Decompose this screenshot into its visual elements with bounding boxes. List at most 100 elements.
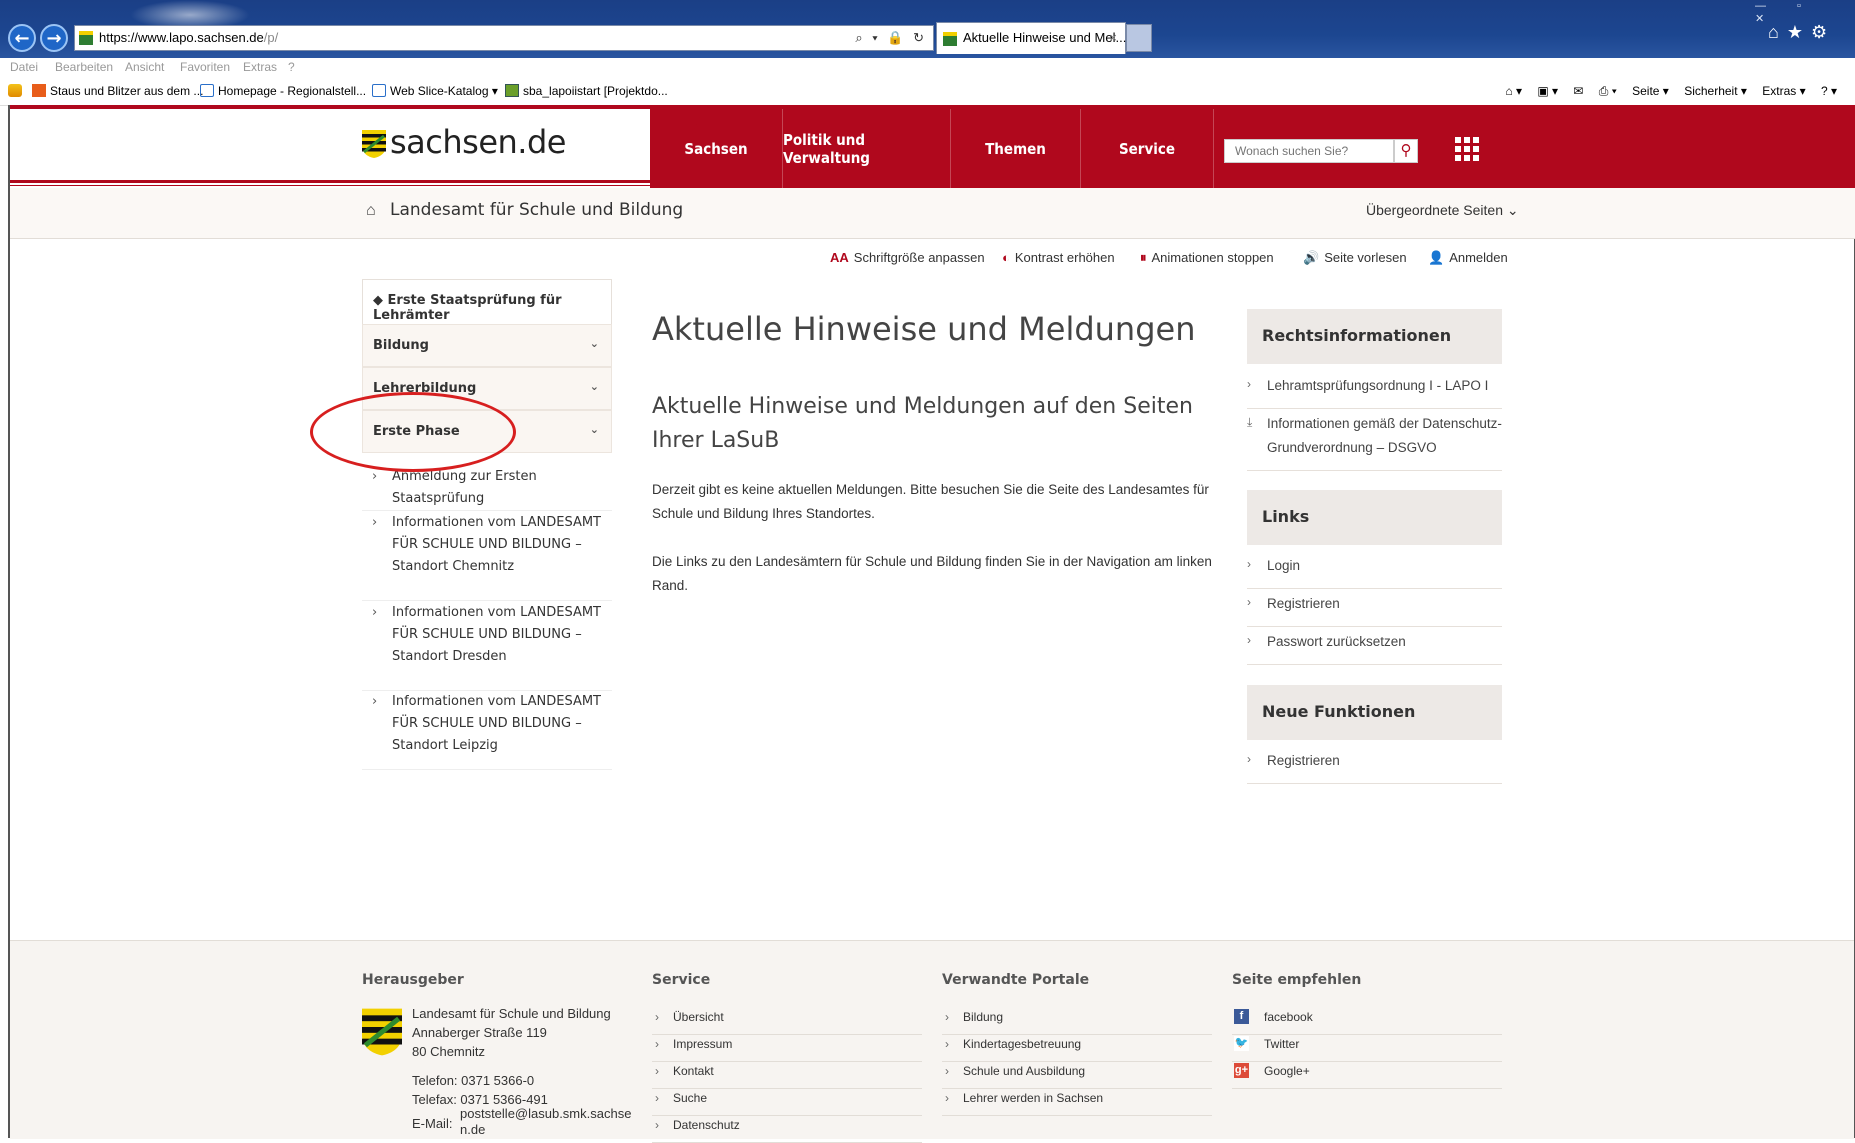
section-nav-subitem[interactable]: › Informationen vom LANDESAMT FÜR SCHULE … <box>362 602 612 691</box>
url-path: /p/ <box>263 30 279 45</box>
command-bar: ⌂ ▾ ▣ ▾ ✉ ⎙ ▾ Seite ▾ Sicherheit ▾ Extra… <box>1493 84 1837 99</box>
animations-label: Animationen stoppen <box>1151 250 1274 265</box>
chevron-right-icon: › <box>372 694 378 709</box>
app-grid-icon[interactable] <box>1455 137 1479 161</box>
chevron-down-icon: ⌄ <box>589 380 599 393</box>
section-nav-subitem[interactable]: › Informationen vom LANDESAMT FÜR SCHULE … <box>362 512 612 601</box>
favorite-staus[interactable]: Staus und Blitzer aus dem ... <box>32 84 203 98</box>
address-bar[interactable]: https://www.lapo.sachsen.de/p/ ⌕ ▾ 🔒 ↻ <box>74 25 934 51</box>
office-title[interactable]: Landesamt für Schule und Bildung <box>390 200 683 220</box>
font-size-control[interactable]: AA Schriftgröße anpassen <box>830 250 985 265</box>
search-button[interactable]: ⚲ <box>1394 139 1418 163</box>
red-annotation-circle <box>310 392 516 472</box>
speaker-icon: 🔊 <box>1303 250 1320 265</box>
chevron-right-icon: › <box>372 605 378 620</box>
tab-close-icon[interactable]: × <box>1109 23 1117 53</box>
extras-command[interactable]: Extras ▾ <box>1762 84 1805 98</box>
nav-service[interactable]: Service <box>1081 109 1214 188</box>
sidebar-link[interactable]: › Registrieren <box>1247 588 1502 627</box>
menu-favoriten[interactable]: Favoriten <box>180 60 230 74</box>
publisher-city: 80 Chemnitz <box>412 1044 485 1059</box>
menu-help[interactable]: ? <box>288 60 295 74</box>
download-icon: ⤓ <box>1247 415 1253 429</box>
back-button[interactable]: ← <box>8 24 36 52</box>
diamond-icon: ◆ <box>373 293 388 308</box>
footer-link[interactable]: › Lehrer werden in Sachsen <box>942 1088 1212 1116</box>
footer-link[interactable]: › Datenschutz <box>652 1115 922 1143</box>
browser-tab[interactable]: Aktuelle Hinweise und Mel... × <box>936 22 1126 54</box>
menu-bearbeiten[interactable]: Bearbeiten <box>55 60 113 74</box>
site-logo[interactable]: sachsen.de <box>390 123 566 161</box>
share-twitter[interactable]: 🐦 Twitter <box>1232 1034 1502 1062</box>
search-input[interactable] <box>1224 139 1394 163</box>
menu-extras[interactable]: Extras <box>243 60 277 74</box>
share-facebook[interactable]: f facebook <box>1232 1007 1502 1035</box>
menu-ansicht[interactable]: Ansicht <box>125 60 164 74</box>
new-tab-button[interactable] <box>1126 24 1152 52</box>
feeds-command[interactable]: ▣ ▾ <box>1537 84 1558 98</box>
address-controls[interactable]: ⌕ ▾ 🔒 ↻ <box>855 26 927 50</box>
favorite-homepage[interactable]: Homepage - Regionalstell... <box>200 84 366 98</box>
sidebar-link-label: Lehramtsprüfungsordnung I - LAPO I <box>1267 378 1489 393</box>
page-command[interactable]: Seite ▾ <box>1632 84 1669 98</box>
footer <box>10 940 1854 1139</box>
publisher-street: Annaberger Straße 119 <box>412 1025 547 1040</box>
section-nav-heading-label: Erste Staatsprüfung für Lehrämter <box>373 293 562 323</box>
footer-link[interactable]: › Bildung <box>942 1007 1212 1035</box>
footer-link[interactable]: › Suche <box>652 1088 922 1116</box>
saxony-coat-of-arms-icon[interactable] <box>362 130 386 158</box>
sidebar-link-label: Informationen gemäß der Datenschutz-Grun… <box>1267 416 1502 455</box>
favorite-webslice[interactable]: Web Slice-Katalog ▾ <box>372 84 498 98</box>
nav-sachsen[interactable]: Sachsen <box>650 109 783 188</box>
chevron-right-icon: › <box>655 1091 659 1105</box>
footer-link[interactable]: › Schule und Ausbildung <box>942 1061 1212 1089</box>
contrast-control[interactable]: ◐ Kontrast erhöhen <box>1002 250 1115 265</box>
home-command[interactable]: ⌂ ▾ <box>1505 84 1522 98</box>
tab-favicon-icon <box>943 32 957 46</box>
print-command[interactable]: ⎙ ▾ <box>1599 84 1617 98</box>
url-domain: https://www.lapo.sachsen.de <box>99 30 264 45</box>
read-aloud-control[interactable]: 🔊 Seite vorlesen <box>1303 250 1407 266</box>
sidebar-heading-rechtsinformationen: Rechtsinformationen <box>1247 309 1502 364</box>
footer-link-label: Kontakt <box>673 1064 714 1078</box>
nav-politik-und-verwaltung[interactable]: Politik und Verwaltung <box>783 109 951 188</box>
header-red-line <box>10 180 650 183</box>
sidebar-link[interactable]: › Passwort zurücksetzen <box>1247 626 1502 665</box>
favorites-star-icon[interactable] <box>8 84 26 98</box>
footer-heading-portals: Verwandte Portale <box>942 972 1090 988</box>
sidebar-link[interactable]: › Lehramtsprüfungsordnung I - LAPO I <box>1247 370 1502 409</box>
footer-link[interactable]: › Übersicht <box>652 1007 922 1035</box>
forward-button[interactable]: → <box>40 24 68 52</box>
sidebar-link[interactable]: › Login <box>1247 550 1502 589</box>
sidebar-link[interactable]: ⤓ Informationen gemäß der Datenschutz-Gru… <box>1247 408 1502 471</box>
login-control[interactable]: 👤 Anmelden <box>1428 250 1508 266</box>
sidebar-link[interactable]: › Registrieren <box>1247 745 1502 784</box>
footer-link[interactable]: › Impressum <box>652 1034 922 1062</box>
help-command[interactable]: ? ▾ <box>1821 84 1837 98</box>
login-label: Anmelden <box>1449 250 1508 265</box>
browser-toolbar-icons[interactable]: ⌂★⚙ <box>1768 22 1835 43</box>
publisher-email-link[interactable]: poststelle@lasub.smk.sachse n.de <box>460 1106 631 1138</box>
address-url[interactable]: https://www.lapo.sachsen.de/p/ <box>99 26 278 50</box>
animations-control[interactable]: ⏸ Animationen stoppen <box>1140 250 1274 266</box>
favorite-staus-label: Staus und Blitzer aus dem ... <box>50 84 204 98</box>
font-size-label: Schriftgröße anpassen <box>853 250 985 265</box>
search-icon: ⚲ <box>1400 142 1412 159</box>
contrast-icon: ◐ <box>1002 250 1010 265</box>
footer-link-label: Übersicht <box>673 1010 724 1024</box>
mail-command[interactable]: ✉ <box>1573 84 1583 98</box>
footer-link[interactable]: › Kindertagesbetreuung <box>942 1034 1212 1062</box>
parent-pages-dropdown[interactable]: Übergeordnete Seiten ⌄ <box>1366 202 1519 219</box>
footer-link[interactable]: › Kontakt <box>652 1061 922 1089</box>
menu-datei[interactable]: Datei <box>10 60 38 74</box>
favorite-sba[interactable]: sba_lapoiistart [Projektdo... <box>505 84 668 98</box>
home-icon[interactable]: ⌂ <box>366 202 376 220</box>
nav-themen[interactable]: Themen <box>951 109 1081 188</box>
section-nav-heading[interactable]: ◆ Erste Staatsprüfung für Lehrämter <box>362 279 612 324</box>
section-nav-bildung[interactable]: Bildung ⌄ <box>362 324 612 367</box>
share-googleplus[interactable]: g+ Google+ <box>1232 1061 1502 1089</box>
section-nav-subitem[interactable]: › Anmeldung zur Ersten Staatsprüfung <box>362 466 612 511</box>
section-nav-subitem[interactable]: › Informationen vom LANDESAMT FÜR SCHULE … <box>362 691 612 770</box>
security-command[interactable]: Sicherheit ▾ <box>1684 84 1747 98</box>
chevron-right-icon: › <box>1247 557 1251 571</box>
